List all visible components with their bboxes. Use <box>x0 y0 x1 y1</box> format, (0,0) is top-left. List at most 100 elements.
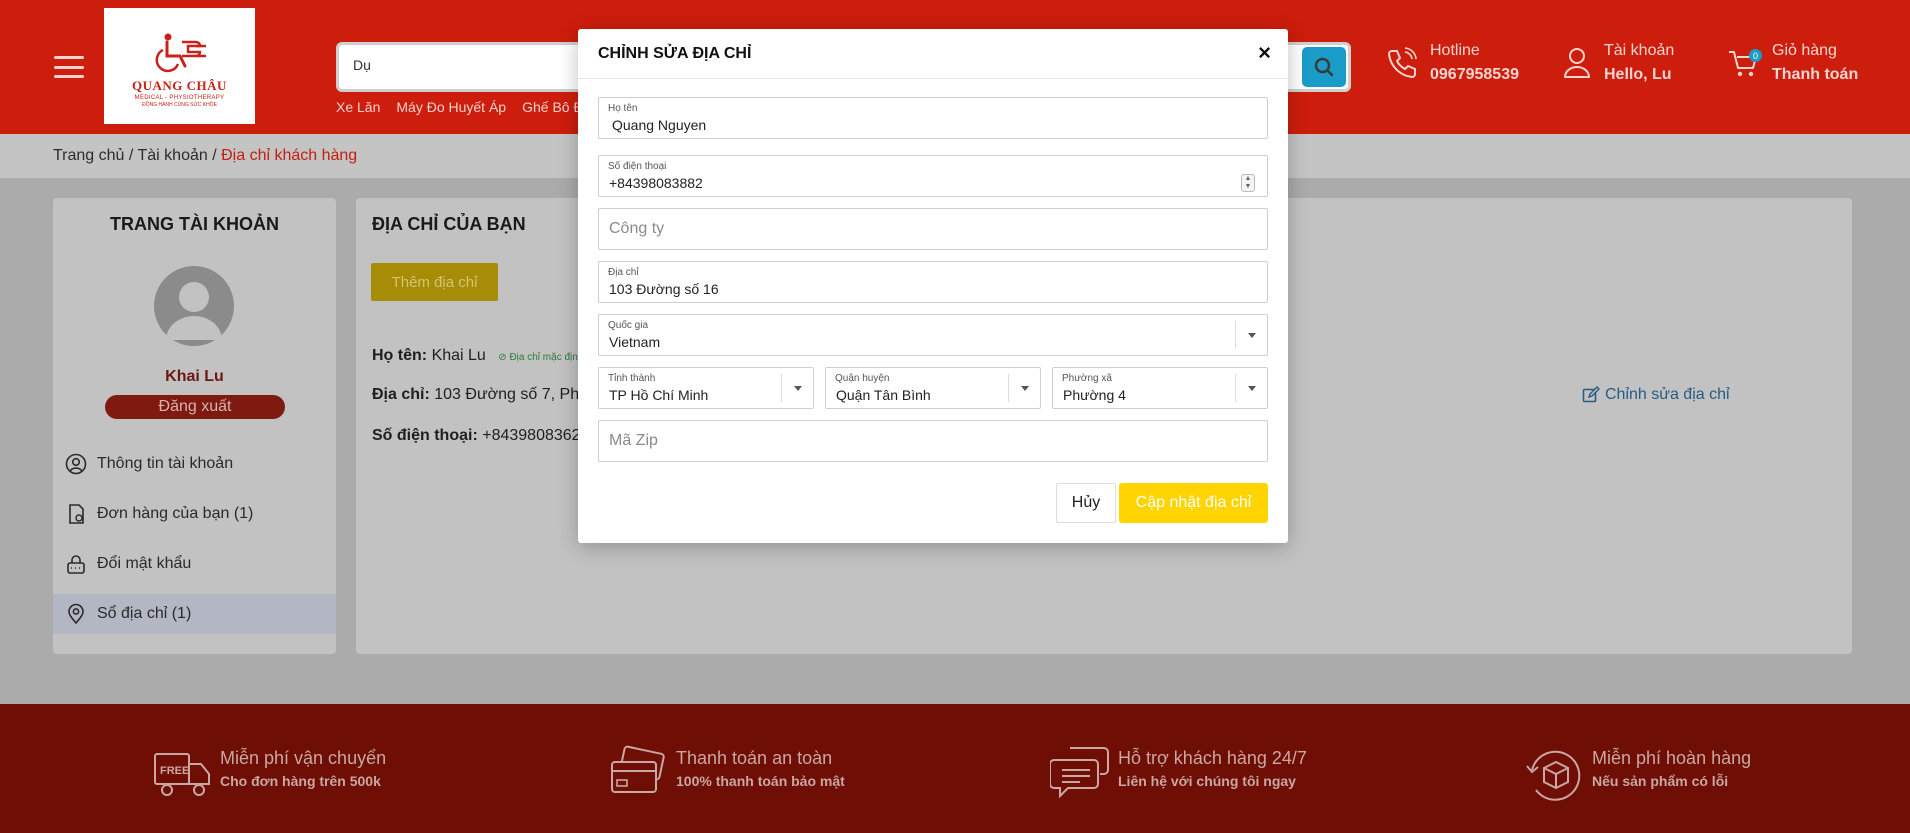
logo[interactable]: QUANG CHÂU MEDICAL - PHYSIOTHERAPY ĐỒNG … <box>104 8 255 124</box>
chevron-down-icon[interactable] <box>781 374 813 402</box>
search-icon <box>1314 57 1334 77</box>
fullname-input[interactable] <box>612 117 1214 133</box>
country-value: Vietnam <box>609 334 661 350</box>
sidebar-item-label: Sổ địa chỉ (1) <box>97 605 192 622</box>
order-icon <box>69 504 84 524</box>
feature-secure-payment: Thanh toán an toàn 100% thanh toán bảo m… <box>608 744 845 806</box>
district-select[interactable]: Quận huyện Quận Tân Bình <box>825 367 1041 409</box>
default-address-badge: ⊘ Địa chỉ mặc định <box>498 352 584 363</box>
sidebar-item-address-book[interactable]: Sổ địa chỉ (1) <box>53 594 336 634</box>
address-field: Địa chỉ <box>598 261 1268 303</box>
province-value: TP Hồ Chí Minh <box>609 387 709 403</box>
modal-header: CHỈNH SỬA ĐỊA CHỈ × <box>578 29 1288 79</box>
user-name: Khai Lu <box>165 368 224 385</box>
feature-support: Hỗ trợ khách hàng 24/7 Liên hệ với chúng… <box>1050 744 1307 806</box>
truck-icon: FREE <box>154 753 210 796</box>
cart-count-badge: 0 <box>1749 49 1762 62</box>
return-icon <box>1526 750 1581 801</box>
update-address-button[interactable]: Cập nhật địa chỉ <box>1119 483 1268 523</box>
cart-label: Giỏ hàng <box>1772 42 1837 59</box>
address-name-row: Họ tên: Khai Lu ⊘ Địa chỉ mặc định <box>372 347 583 365</box>
fullname-field: Họ tên <box>598 97 1268 139</box>
chevron-down-icon[interactable] <box>1008 374 1040 402</box>
ward-value: Phường 4 <box>1063 387 1126 403</box>
edit-address-link[interactable]: Chỉnh sửa địa chỉ <box>1582 386 1730 404</box>
address-value: 103 Đường số 7, Phư <box>434 386 590 403</box>
name-label: Họ tên: <box>372 347 428 364</box>
cart[interactable]: 0 Giỏ hàng Thanh toán <box>1726 42 1858 85</box>
logo-sub: MEDICAL - PHYSIOTHERAPY <box>134 95 225 101</box>
field-label: Quận huyện <box>835 373 890 384</box>
quick-link[interactable]: Máy Đo Huyết Áp <box>396 99 506 115</box>
edit-address-modal: CHỈNH SỬA ĐỊA CHỈ × Họ tên Số điện thoại… <box>578 29 1288 543</box>
number-spinner[interactable]: ▲ ▼ <box>1241 174 1255 192</box>
lock-icon <box>67 555 85 574</box>
sidebar-item-label: Đổi mật khẩu <box>97 555 192 572</box>
country-select[interactable]: Quốc gia Vietnam <box>598 314 1268 356</box>
checkout-link[interactable]: Thanh toán <box>1772 66 1858 84</box>
feature-title: Hỗ trợ khách hàng 24/7 <box>1118 748 1307 768</box>
breadcrumb-account[interactable]: Tài khoản <box>138 147 208 164</box>
phone-field: Số điện thoại ▲▼ <box>598 155 1268 197</box>
modal-title: CHỈNH SỬA ĐỊA CHỈ <box>598 45 752 62</box>
feature-title: Thanh toán an toàn <box>676 748 833 768</box>
chevron-down-icon[interactable] <box>1235 374 1267 402</box>
address-input[interactable] <box>609 281 1211 297</box>
avatar <box>154 266 234 346</box>
district-value: Quận Tân Bình <box>836 387 931 403</box>
chevron-down-icon[interactable] <box>1235 321 1267 349</box>
feature-title: Miễn phí hoàn hàng <box>1592 748 1752 768</box>
feature-title: Miễn phí vận chuyển <box>220 748 387 768</box>
user-icon <box>1563 48 1591 78</box>
menu-icon[interactable] <box>54 56 84 78</box>
close-icon[interactable]: × <box>1258 42 1271 64</box>
wheelchair-logo-icon <box>155 33 206 73</box>
quick-link[interactable]: Xe Lăn <box>336 99 380 115</box>
province-select[interactable]: Tỉnh thành TP Hồ Chí Minh <box>598 367 814 409</box>
feature-subtitle: Nếu sản phẩm có lỗi <box>1592 773 1729 789</box>
sidebar-item-orders[interactable]: Đơn hàng của bạn (1) <box>53 494 336 534</box>
location-icon <box>68 603 84 625</box>
hotline[interactable]: Hotline 0967958539 <box>1384 42 1519 84</box>
sidebar-item-change-password[interactable]: Đổi mật khẩu <box>53 544 336 584</box>
feature-subtitle: Cho đơn hàng trên 500k <box>220 773 381 789</box>
ward-select[interactable]: Phường xã Phường 4 <box>1052 367 1268 409</box>
sidebar-item-label: Thông tin tài khoản <box>97 455 234 472</box>
breadcrumb: Trang chủ / Tài khoản / Địa chỉ khách hà… <box>53 147 358 164</box>
zip-field <box>598 420 1268 462</box>
add-address-button[interactable]: Thêm địa chỉ <box>371 263 498 301</box>
avatar-placeholder-icon <box>166 282 222 340</box>
phone-input[interactable] <box>609 175 1211 191</box>
sidebar-title: TRANG TÀI KHOẢN <box>110 214 279 234</box>
field-label: Địa chỉ <box>608 267 639 278</box>
field-label: Phường xã <box>1062 373 1112 384</box>
breadcrumb-home[interactable]: Trang chủ <box>53 147 124 164</box>
name-value: Khai Lu <box>431 347 486 364</box>
account-menu[interactable]: Tài khoản Hello, Lu <box>1562 42 1674 84</box>
sidebar-item-label: Đơn hàng của bạn (1) <box>97 505 254 522</box>
phone-label: Số điện thoại: <box>372 427 478 444</box>
cancel-button[interactable]: Hủy <box>1056 483 1116 523</box>
user-circle-icon <box>65 453 87 475</box>
address-row: Địa chỉ: 103 Đường số 7, Phư <box>372 386 590 404</box>
field-label: Tỉnh thành <box>608 373 656 384</box>
feature-free-return: Miễn phí hoàn hàng Nếu sản phẩm có lỗi <box>1524 744 1751 806</box>
hotline-number: 0967958539 <box>1430 66 1519 83</box>
edit-icon <box>1582 386 1600 403</box>
hotline-label: Hotline <box>1430 42 1480 59</box>
page-title: ĐỊA CHỈ CỦA BẠN <box>372 214 526 234</box>
chat-icon <box>1050 747 1109 799</box>
zip-input[interactable] <box>609 432 1244 450</box>
logo-tagline: ĐỒNG HÀNH CÙNG SỨC KHỎE <box>142 102 217 108</box>
quick-links: Xe Lăn Máy Đo Huyết Áp Ghế Bô Đ <box>336 99 584 115</box>
company-input[interactable] <box>609 220 1244 238</box>
search-button[interactable] <box>1302 47 1346 87</box>
logout-button[interactable]: Đăng xuất <box>105 395 285 419</box>
phone-value: +84398083621 <box>482 427 590 444</box>
svg-text:FREE: FREE <box>160 765 189 777</box>
quick-link[interactable]: Ghế Bô Đ <box>522 99 583 115</box>
address-label: Địa chỉ: <box>372 386 430 403</box>
breadcrumb-current: Địa chỉ khách hàng <box>221 147 358 164</box>
sidebar-item-account-info[interactable]: Thông tin tài khoản <box>53 444 336 484</box>
account-sidebar: TRANG TÀI KHOẢN Khai Lu Đăng xuất Thông … <box>53 198 336 654</box>
